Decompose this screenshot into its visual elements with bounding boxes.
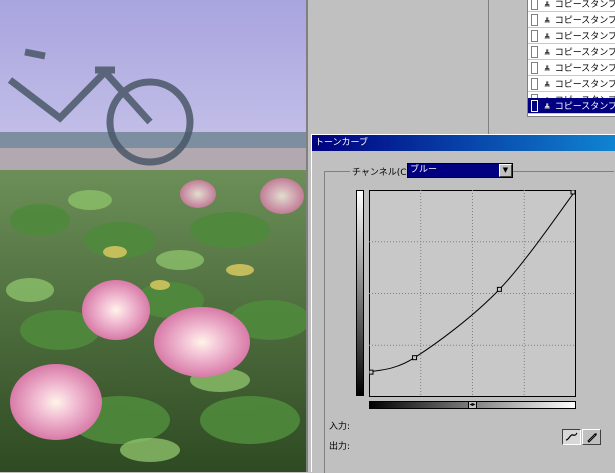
layer-row[interactable]: コピースタンプ	[528, 28, 615, 44]
stamp-icon	[544, 102, 551, 109]
layer-name: コピースタンプ	[554, 64, 615, 74]
layer-row[interactable]: コピースタンプ	[528, 0, 615, 12]
curve-tool-icon	[565, 432, 578, 441]
visibility-toggle[interactable]	[531, 61, 539, 74]
visibility-toggle[interactable]	[531, 77, 539, 90]
stamp-icon	[544, 16, 551, 23]
layer-name: コピースタンプ	[554, 0, 615, 10]
channel-label: チャンネル(C):	[350, 165, 416, 178]
curve-tool-button[interactable]	[562, 429, 581, 445]
stamp-icon	[544, 48, 551, 55]
layer-row[interactable]: コピースタンプ	[528, 12, 615, 28]
layer-name: コピースタンプ	[554, 102, 615, 112]
layer-row[interactable]: コピースタンプ	[528, 60, 615, 76]
layer-name: コピースタンプ	[554, 16, 615, 26]
tone-curve-dialog: トーンカーブ チャンネル(C): ブルー ▼ ◂▸ 入力: 出力:	[311, 134, 615, 473]
visibility-toggle[interactable]	[531, 45, 539, 58]
curve-control-point[interactable]	[412, 355, 418, 361]
visibility-toggle[interactable]	[531, 13, 539, 26]
layer-row[interactable]: コピースタンプ	[528, 76, 615, 92]
layers-list[interactable]: コピースタンプ コピースタンプ コピースタンプ コピースタンプ コピースタンプ …	[527, 0, 615, 117]
visibility-toggle[interactable]	[531, 99, 539, 112]
stamp-icon	[544, 32, 551, 39]
layer-row[interactable]: コピースタンプ	[528, 44, 615, 60]
photo-canvas[interactable]	[0, 0, 308, 472]
curve-control-point[interactable]	[570, 190, 576, 195]
pencil-tool-icon	[586, 433, 597, 443]
stamp-icon	[544, 80, 551, 87]
layer-name: コピースタンプ	[554, 80, 615, 90]
curve-control-point[interactable]	[369, 369, 374, 375]
flower-photo	[0, 0, 306, 472]
stamp-icon	[544, 0, 551, 7]
layer-name: コピースタンプ	[554, 32, 615, 42]
layer-name: コピースタンプ	[554, 48, 615, 58]
output-label: 出力:	[329, 442, 351, 452]
stamp-icon	[544, 64, 551, 71]
dialog-titlebar[interactable]: トーンカーブ	[312, 135, 615, 151]
chevron-down-icon[interactable]: ▼	[499, 164, 512, 177]
input-label: 入力:	[329, 422, 351, 432]
ramp-toggle-button[interactable]: ◂▸	[468, 401, 477, 409]
graph-frame	[369, 190, 576, 397]
curve-control-point[interactable]	[496, 286, 502, 292]
curve-tools	[562, 429, 602, 446]
pencil-tool-button[interactable]	[582, 429, 601, 445]
output-gradient-ramp	[356, 190, 364, 396]
visibility-toggle[interactable]	[531, 29, 539, 42]
layers-panel: コピースタンプ コピースタンプ コピースタンプ コピースタンプ コピースタンプ …	[488, 0, 615, 134]
channel-select[interactable]: ブルー	[407, 163, 513, 178]
visibility-toggle[interactable]	[531, 0, 539, 10]
layer-row-selected[interactable]: コピースタンプ	[528, 98, 615, 114]
curve-graph[interactable]	[369, 190, 576, 397]
